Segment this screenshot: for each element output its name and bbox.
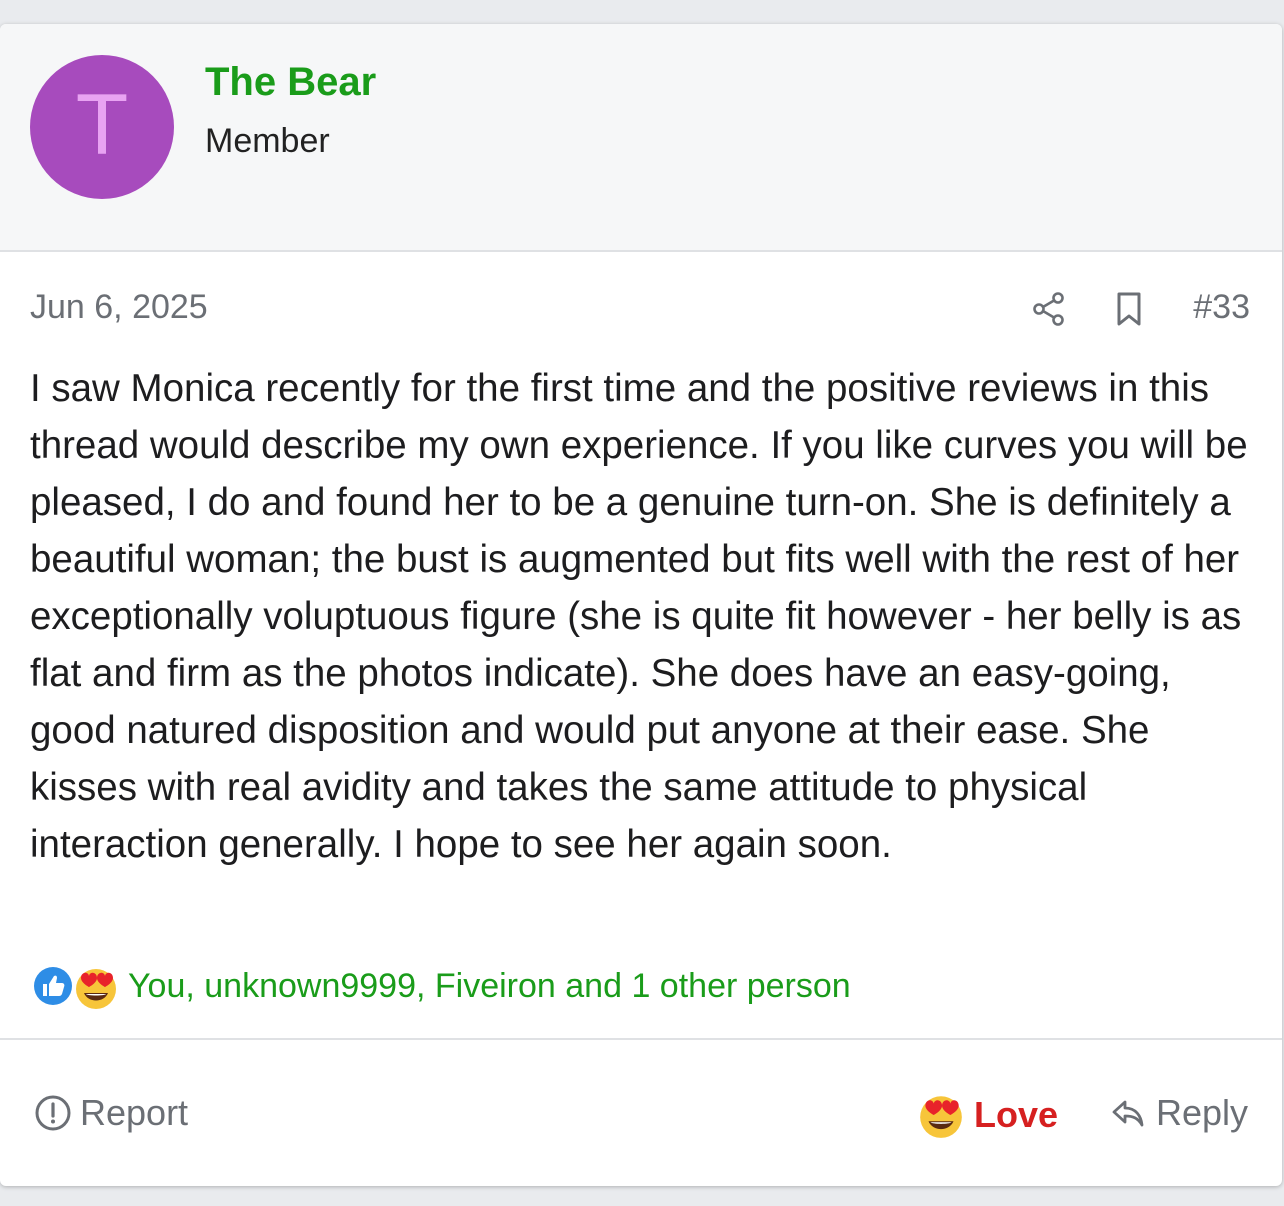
bookmark-icon[interactable] <box>1112 290 1146 328</box>
reaction-icons <box>30 961 122 1011</box>
like-reaction-icon <box>30 963 76 1009</box>
alert-circle-icon <box>35 1095 71 1131</box>
author-user-title: Member <box>205 122 330 160</box>
avatar-letter: T <box>75 77 129 173</box>
post-author-header: T The Bear Member <box>0 24 1282 252</box>
share-icon[interactable] <box>1030 290 1068 328</box>
report-button[interactable]: Report <box>34 1092 188 1134</box>
post-date[interactable]: Jun 6, 2025 <box>30 288 208 327</box>
author-name-link[interactable]: The Bear <box>205 60 376 105</box>
reaction-summary-link[interactable]: You, unknown9999, Fiveiron and 1 other p… <box>128 967 851 1006</box>
footer-divider <box>0 1038 1282 1040</box>
reactions-bar[interactable]: You, unknown9999, Fiveiron and 1 other p… <box>30 960 851 1012</box>
post-body: I saw Monica recently for the first time… <box>30 367 1248 866</box>
post-card: T The Bear Member Jun 6, 2025 #33 I saw … <box>0 24 1282 1186</box>
post-number-link[interactable]: #33 <box>1193 288 1250 327</box>
reply-button[interactable]: Reply <box>1110 1092 1248 1134</box>
avatar[interactable]: T <box>30 55 174 199</box>
love-label: Love <box>974 1094 1059 1135</box>
report-label: Report <box>80 1092 189 1133</box>
reply-arrow-icon <box>1112 1100 1144 1127</box>
heart-eyes-icon <box>920 1096 962 1138</box>
reply-label: Reply <box>1156 1092 1249 1133</box>
love-reaction-icon <box>76 969 116 1009</box>
love-reaction-button[interactable]: Love <box>916 1090 1058 1140</box>
